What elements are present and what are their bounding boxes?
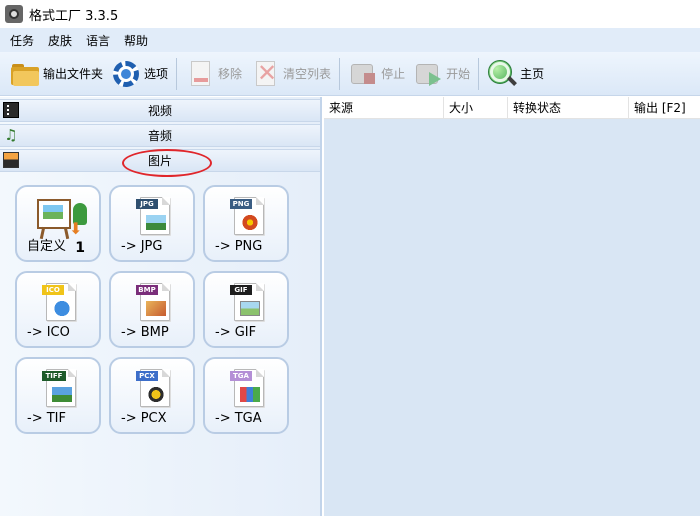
clear-list-button[interactable]: ✕ 清空列表 — [246, 54, 335, 94]
tool-to-gif[interactable]: GIF -> GIF — [203, 271, 289, 348]
folder-icon — [10, 59, 40, 89]
globe-search-icon — [487, 59, 518, 89]
category-video-label: 视频 — [147, 104, 172, 118]
music-note-icon: ♫ — [4, 126, 18, 144]
output-folder-button[interactable]: 输出文件夹 — [6, 54, 107, 94]
column-output[interactable]: 输出 [F2] — [629, 97, 700, 119]
tool-label: -> TGA — [215, 411, 262, 426]
tool-label: 自定义 — [27, 239, 67, 254]
tool-label: -> TIF — [27, 411, 66, 426]
tool-custom[interactable]: ⬇ 自定义 1 — [15, 185, 101, 262]
category-audio-label: 音频 — [147, 129, 172, 143]
tool-label: -> BMP — [121, 325, 169, 340]
custom-icon: ⬇ — [31, 195, 87, 240]
tool-label: -> PCX — [121, 411, 167, 426]
tool-to-png[interactable]: PNG -> PNG — [203, 185, 289, 262]
category-video[interactable]: 视频 — [0, 99, 320, 122]
format-tag: TGA — [230, 371, 252, 381]
home-label: 主页 — [520, 67, 545, 81]
picture-stack-icon — [240, 301, 260, 316]
badge-count: 1 — [75, 240, 85, 256]
start-label: 开始 — [446, 67, 471, 81]
film-icon — [3, 102, 19, 118]
format-tag: ICO — [42, 285, 64, 295]
remove-label: 移除 — [218, 67, 243, 81]
format-tag: BMP — [136, 285, 158, 295]
toolbar: 输出文件夹 选项 移除 ✕ 清空列表 停止 开始 主页 — [0, 52, 700, 96]
tool-label: -> ICO — [27, 325, 70, 340]
tool-to-jpg[interactable]: JPG -> JPG — [109, 185, 195, 262]
format-tag: PNG — [230, 199, 252, 209]
options-button[interactable]: 选项 — [107, 54, 172, 94]
landscape-icon — [146, 215, 166, 230]
highlight-annotation — [122, 149, 212, 177]
toolbar-separator — [176, 57, 178, 90]
info-icon — [52, 301, 72, 316]
gear-icon — [111, 59, 141, 89]
task-table-header: 来源 大小 转换状态 输出 [F2] — [324, 97, 700, 119]
options-label: 选项 — [144, 67, 169, 81]
format-tag: GIF — [230, 285, 252, 295]
remove-button[interactable]: 移除 — [181, 54, 246, 94]
output-folder-label: 输出文件夹 — [43, 67, 104, 81]
format-tag: PCX — [136, 371, 158, 381]
painting-icon — [146, 301, 166, 316]
stop-label: 停止 — [381, 67, 406, 81]
toolbar-separator — [478, 57, 480, 90]
tool-to-tif[interactable]: TIFF -> TIF — [15, 357, 101, 434]
clear-list-icon: ✕ — [256, 58, 278, 87]
format-tag: TIFF — [42, 371, 66, 381]
category-audio[interactable]: ♫ 音频 — [0, 124, 320, 147]
column-size[interactable]: 大小 — [444, 97, 508, 119]
column-status[interactable]: 转换状态 — [508, 97, 629, 119]
tool-label: -> JPG — [121, 239, 163, 254]
tool-label: -> GIF — [215, 325, 257, 340]
tool-to-ico[interactable]: ICO -> ICO — [15, 271, 101, 348]
task-list-panel[interactable]: 来源 大小 转换状态 输出 [F2] — [324, 97, 700, 516]
tool-label: -> PNG — [215, 239, 263, 254]
tool-to-tga[interactable]: TGA -> TGA — [203, 357, 289, 434]
tool-to-pcx[interactable]: PCX -> PCX — [109, 357, 195, 434]
menu-language[interactable]: 语言 — [86, 32, 110, 49]
menu-skin[interactable]: 皮肤 — [48, 32, 72, 49]
remove-file-icon — [185, 59, 215, 89]
start-button[interactable]: 开始 — [409, 54, 474, 94]
menu-help[interactable]: 帮助 — [124, 32, 148, 49]
home-button[interactable]: 主页 — [483, 54, 548, 94]
clear-list-label: 清空列表 — [283, 67, 332, 81]
title-bar: 格式工厂 3.3.5 — [0, 0, 700, 28]
picture-icon — [3, 152, 19, 168]
landscape-icon — [52, 387, 72, 402]
start-icon — [413, 59, 443, 89]
palette-icon — [146, 387, 166, 402]
menu-task[interactable]: 任务 — [10, 32, 34, 49]
column-source[interactable]: 来源 — [324, 97, 444, 119]
window-title: 格式工厂 3.3.5 — [29, 8, 119, 24]
format-tag: JPG — [136, 199, 158, 209]
stop-icon — [348, 59, 378, 89]
stop-button[interactable]: 停止 — [344, 54, 409, 94]
menu-bar: 任务 皮肤 语言 帮助 — [0, 28, 700, 52]
shapes-icon — [240, 387, 260, 402]
flower-icon — [240, 215, 260, 230]
tool-to-bmp[interactable]: BMP -> BMP — [109, 271, 195, 348]
toolbar-separator — [339, 57, 341, 90]
app-logo-icon — [5, 5, 23, 23]
